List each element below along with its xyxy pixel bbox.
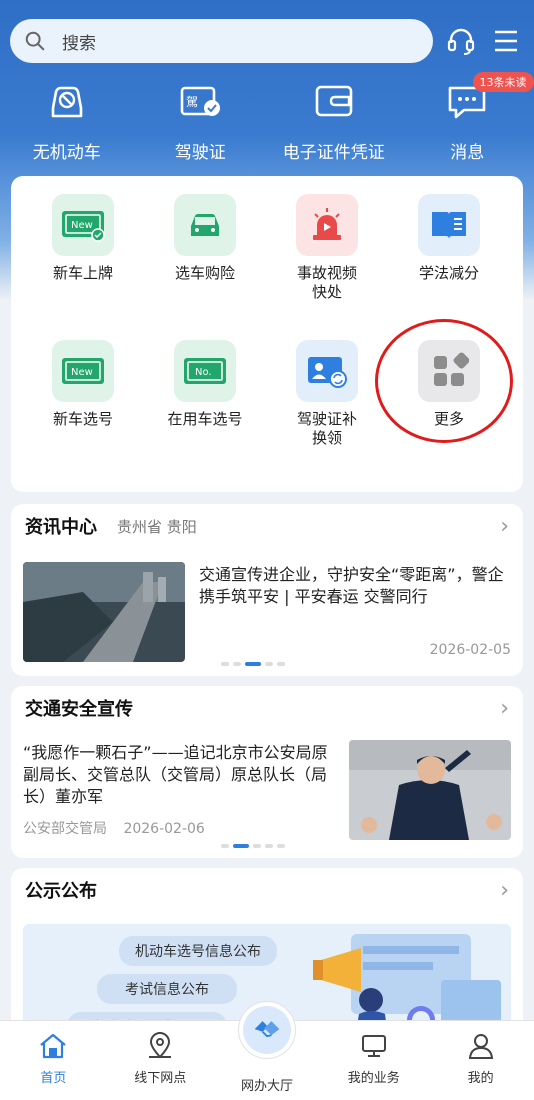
quick-label: 无机动车 xyxy=(32,143,101,163)
chevron-right-icon: › xyxy=(500,695,509,721)
tab-offline-outlets[interactable]: 线下网点 xyxy=(107,1021,214,1100)
tab-my-business[interactable]: 我的业务 xyxy=(320,1021,427,1100)
svg-text:New: New xyxy=(71,367,93,378)
svg-text:駕: 駕 xyxy=(186,95,198,109)
service-used-number[interactable]: No. 在用车选号 xyxy=(145,340,265,429)
search-input[interactable]: 搜索 xyxy=(10,19,433,63)
safety-card: 交通安全宣传 › “我愿作一颗石子”——追记北京市公安局原副局长、交管总队（交管… xyxy=(11,686,523,858)
quick-access-row: 无机动车 駕 驾驶证 电子证件凭证 13条未读 消息 xyxy=(0,72,534,163)
new-plate-icon: New xyxy=(62,211,105,242)
news-header[interactable]: 资讯中心 贵州省 贵阳 › xyxy=(11,504,523,548)
service-license-replace[interactable]: 驾驶证补换领 xyxy=(267,340,387,448)
safety-title: 交通安全宣传 xyxy=(25,699,133,720)
service-label: 驾驶证补换领 xyxy=(296,410,357,447)
headset-icon xyxy=(447,28,474,55)
tab-online-hall[interactable]: 网办大厅 xyxy=(214,1001,321,1100)
news-date: 2026-02-05 xyxy=(429,642,511,658)
notice-pill[interactable]: 机动车选号信息公布 xyxy=(119,936,277,966)
quick-e-certificate[interactable]: 电子证件凭证 xyxy=(267,78,401,163)
news-location: 贵州省 贵阳 xyxy=(117,517,197,536)
tab-label: 我的业务 xyxy=(347,1071,400,1086)
number-plate-icon: No. xyxy=(184,358,226,384)
notice-pill[interactable]: 考试信息公布 xyxy=(97,974,237,1004)
wallet-icon xyxy=(315,85,353,117)
car-icon xyxy=(191,214,219,236)
tab-mine[interactable]: 我的 xyxy=(427,1021,534,1100)
quick-label: 消息 xyxy=(450,143,485,163)
search-icon xyxy=(25,31,45,51)
notice-title: 公示公布 xyxy=(25,881,97,902)
id-card-swap-icon xyxy=(308,357,347,388)
quick-no-vehicle[interactable]: 无机动车 xyxy=(0,78,134,163)
tab-label: 线下网点 xyxy=(134,1071,187,1086)
service-label: 事故视频快处 xyxy=(296,264,357,301)
service-accident-video[interactable]: 事故视频快处 xyxy=(267,194,387,302)
tab-home[interactable]: 首页 xyxy=(0,1021,107,1100)
carousel-dots xyxy=(221,662,285,666)
safety-source: 公安部交管局 xyxy=(23,821,107,837)
siren-icon xyxy=(313,208,341,240)
carousel-dots xyxy=(221,844,285,848)
svg-text:No.: No. xyxy=(195,367,212,378)
chevron-right-icon: › xyxy=(500,877,509,903)
service-label: 新车上牌 xyxy=(52,264,113,282)
service-label: 新车选号 xyxy=(52,410,113,428)
center-tab-button xyxy=(237,1001,296,1059)
svg-text:New: New xyxy=(71,220,93,231)
safety-thumbnail xyxy=(349,740,511,840)
hamburger-icon xyxy=(495,30,518,52)
service-new-plate[interactable]: New 新车上牌 xyxy=(23,194,143,283)
news-card: 资讯中心 贵州省 贵阳 › 交通宣传进企业，守护安全“零距离”，警企携手筑平安 … xyxy=(11,504,523,676)
bottom-tab-bar: 首页 线下网点 网办大厅 我的业务 我的 xyxy=(0,1001,534,1100)
home-icon xyxy=(40,1033,67,1059)
tab-label: 网办大厅 xyxy=(240,1079,293,1094)
service-study-deduct[interactable]: 学法减分 xyxy=(389,194,509,283)
news-item[interactable]: 交通宣传进企业，守护安全“零距离”，警企携手筑平安 | 平安春运 交警同行 20… xyxy=(23,562,513,662)
service-new-number[interactable]: New 新车选号 xyxy=(23,340,143,429)
license-icon: 駕 xyxy=(180,86,221,116)
quick-driver-license[interactable]: 駕 驾驶证 xyxy=(134,78,268,163)
search-placeholder: 搜索 xyxy=(62,33,96,54)
quick-label: 电子证件凭证 xyxy=(282,143,385,163)
unread-badge: 13条未读 xyxy=(472,72,534,92)
menu-button[interactable] xyxy=(488,23,524,59)
highlight-circle xyxy=(375,319,513,443)
customer-service-button[interactable] xyxy=(443,23,479,59)
new-plate-icon: New xyxy=(62,358,104,384)
news-headline: 交通宣传进企业，守护安全“零距离”，警企携手筑平安 | 平安春运 交警同行 xyxy=(199,565,504,606)
tab-label: 我的 xyxy=(467,1071,494,1086)
safety-header[interactable]: 交通安全宣传 › xyxy=(11,686,523,730)
handshake-icon xyxy=(254,1021,280,1038)
quick-label: 驾驶证 xyxy=(174,143,226,163)
tab-label: 首页 xyxy=(40,1071,67,1086)
service-label: 选车购险 xyxy=(174,264,235,282)
car-prohibited-icon xyxy=(51,86,83,118)
book-icon xyxy=(432,212,466,239)
service-label: 学法减分 xyxy=(418,264,479,282)
safety-headline: “我愿作一颗石子”——追记北京市公安局原副局长、交管总队（交管局）原总队长（局长… xyxy=(23,743,328,806)
news-title: 资讯中心 xyxy=(25,517,97,538)
monitor-icon xyxy=(361,1035,386,1057)
news-thumbnail xyxy=(23,562,185,662)
safety-item[interactable]: “我愿作一颗石子”——追记北京市公安局原副局长、交管总队（交管局）原总队长（局长… xyxy=(23,740,513,844)
notice-header[interactable]: 公示公布 › xyxy=(11,868,523,912)
safety-meta: 公安部交管局 2026-02-06 xyxy=(23,818,205,838)
map-pin-icon xyxy=(149,1032,172,1059)
service-label: 在用车选号 xyxy=(167,410,243,428)
quick-messages[interactable]: 13条未读 消息 xyxy=(401,72,534,163)
top-bar: 搜索 xyxy=(10,18,524,64)
chevron-right-icon: › xyxy=(500,513,509,539)
safety-date: 2026-02-06 xyxy=(123,821,205,837)
services-card: New 新车上牌 选车购险 事故视频快处 学法减分 New 新车选号 No. 在… xyxy=(11,176,523,492)
user-icon xyxy=(468,1034,493,1059)
service-car-insurance[interactable]: 选车购险 xyxy=(145,194,265,283)
